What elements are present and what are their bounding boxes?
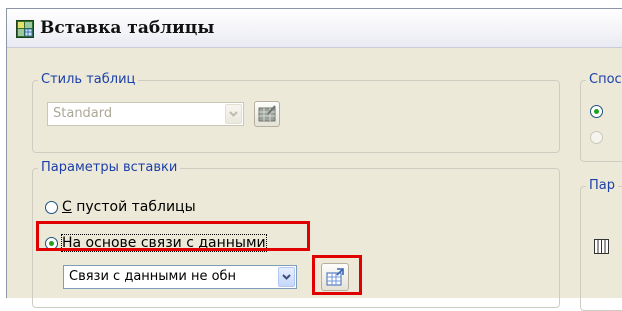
data-link-combo-value: Связи с данными не обн: [69, 269, 237, 284]
insert-params-legend: Параметры вставки: [38, 160, 181, 176]
table-style-dialog-button[interactable]: [254, 101, 280, 127]
highlight-data-link-option: [36, 221, 310, 251]
radio-empty-table-text: пустой таблицы: [71, 199, 196, 215]
right-params-legend: Пар: [586, 178, 618, 194]
dialog-title: Вставка таблицы: [40, 18, 215, 38]
columns-icon: [594, 239, 609, 254]
radio-empty-table[interactable]: [45, 201, 58, 214]
chevron-down-icon: [229, 111, 238, 117]
radio-empty-table-mnemonic: С: [62, 199, 72, 215]
table-insert-app-icon: [16, 20, 34, 38]
radio-empty-table-label[interactable]: С пустой таблицы: [62, 198, 196, 216]
right-params-group: Пар: [580, 178, 622, 311]
table-style-dropdown-button[interactable]: [225, 104, 242, 124]
highlight-data-link-manager-button: [312, 255, 362, 295]
table-style-dialog-icon: [258, 105, 276, 122]
chevron-down-icon: [282, 274, 291, 280]
title-bar[interactable]: Вставка таблицы: [7, 9, 622, 48]
insert-method-group: Спос: [580, 72, 622, 162]
table-style-combo-value: Standard: [53, 106, 113, 121]
table-style-legend: Стиль таблиц: [38, 72, 139, 88]
insert-table-dialog: Вставка таблицы Стиль таблиц Standard Па…: [6, 8, 622, 311]
table-style-combo[interactable]: Standard: [47, 102, 244, 126]
radio-insert-method-2[interactable]: [590, 131, 603, 144]
radio-insert-method-1[interactable]: [590, 105, 603, 118]
insert-method-legend: Спос: [586, 72, 622, 88]
data-link-dropdown-button[interactable]: [278, 267, 295, 287]
data-link-combo[interactable]: Связи с данными не обн: [63, 265, 297, 289]
table-style-group: Стиль таблиц Standard: [32, 72, 560, 153]
